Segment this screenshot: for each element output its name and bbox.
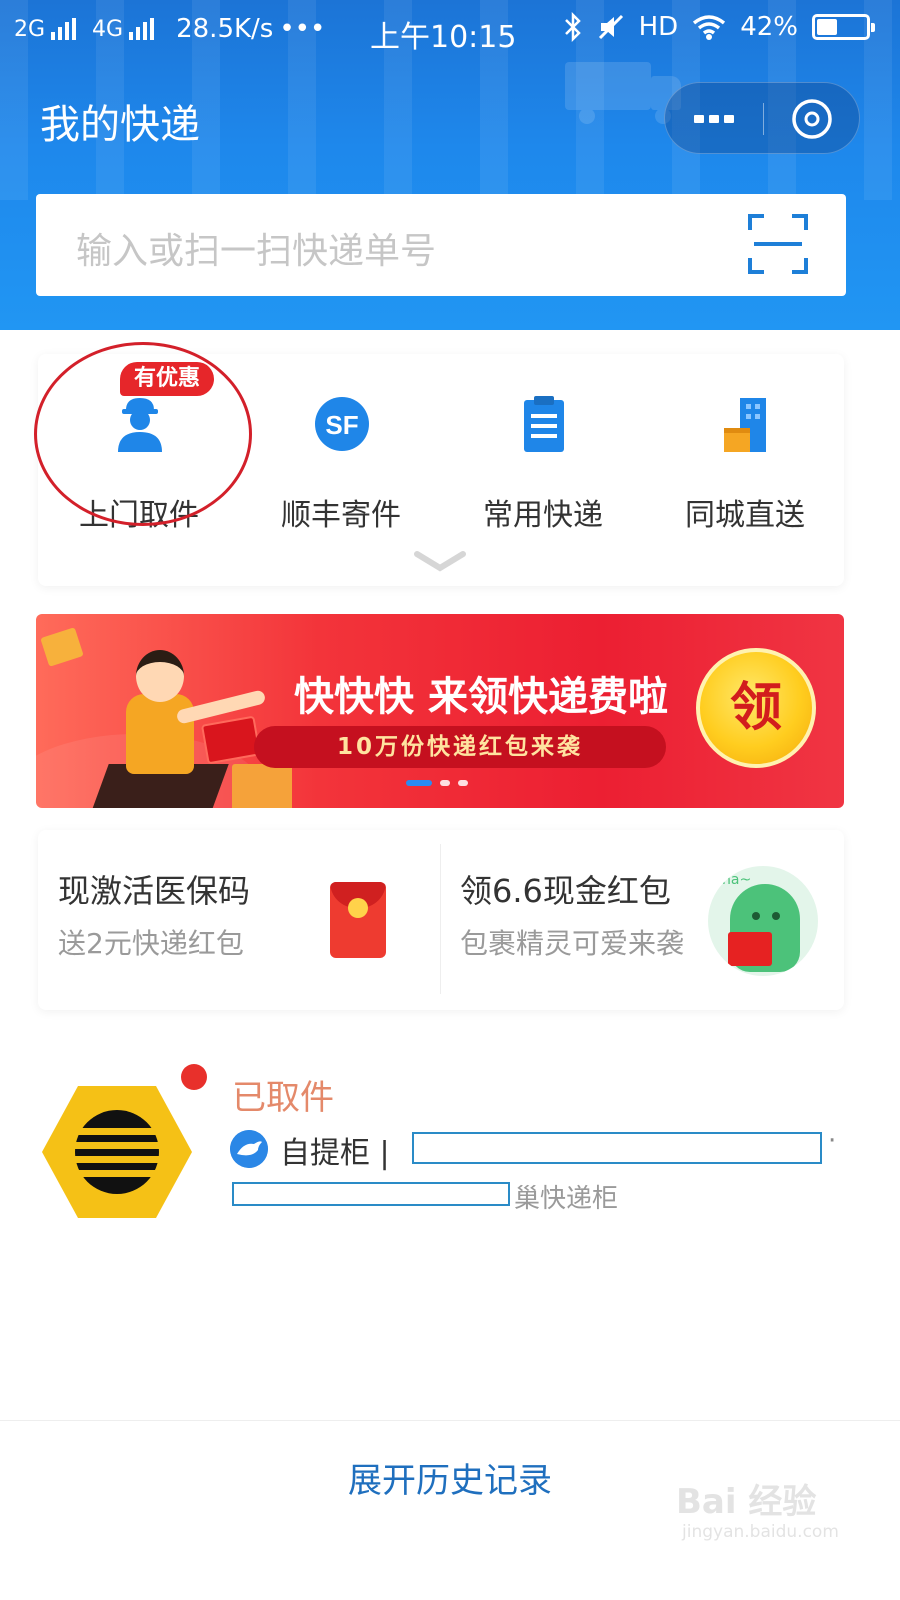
mute-icon [598, 14, 623, 40]
tracking-number-search[interactable]: 输入或扫一扫快递单号 [36, 194, 846, 296]
shortcut-sf-send[interactable]: SF 顺丰寄件 [240, 384, 442, 534]
scan-icon[interactable] [748, 214, 808, 274]
baidu-watermark: Bai 经验 jingyan.baidu.com [676, 1474, 866, 1554]
promo-subtitle: 送2元快递红包 [58, 927, 244, 960]
wifi-icon [693, 15, 726, 40]
chevron-down-icon[interactable] [413, 548, 467, 574]
hive-box-logo-icon [42, 1086, 192, 1218]
header: 2G 4G 28.5K/s ••• 上午10:15 HD 42% 我的快递 输入… [0, 0, 900, 330]
mini-program-capsule [664, 82, 860, 154]
signal-2g-icon [51, 18, 77, 40]
bluetooth-icon [564, 12, 581, 42]
clipboard-icon [524, 396, 564, 452]
promo-title: 领6.6现金红包 [460, 872, 671, 910]
mascot-icon: na~ [708, 866, 818, 976]
banner-subline: 10万份快递红包来袭 [254, 726, 666, 768]
sf-logo-icon: SF [315, 397, 369, 451]
claim-button[interactable]: 领 [696, 648, 816, 768]
page-dot [440, 780, 450, 786]
promo-cash-redpacket[interactable]: 领6.6现金红包 包裹精灵可爱来袭 na~ [440, 830, 842, 1010]
carrier-bird-icon [230, 1130, 268, 1168]
network-4g-label: 4G [92, 16, 124, 42]
red-envelope-icon [330, 882, 386, 958]
network-2g-label: 2G [14, 16, 46, 42]
status-more-dots: ••• [279, 14, 326, 44]
shortcut-same-city[interactable]: 同城直送 [644, 384, 846, 534]
page-dot [458, 780, 468, 786]
close-target-icon [792, 99, 832, 139]
status-bar: 2G 4G 28.5K/s ••• 上午10:15 HD 42% [0, 0, 900, 58]
battery-percent: 42% [740, 12, 798, 42]
page-title: 我的快递 [40, 102, 200, 148]
promo-card: 现激活医保码 送2元快递红包 领6.6现金红包 包裹精灵可爱来袭 na~ [38, 830, 844, 1010]
shortcut-label: 同城直送 [685, 498, 805, 533]
package-entry[interactable]: 已取件 自提柜 | · 巢快递柜 [0, 1050, 900, 1250]
parcel-decoration-icon [232, 764, 292, 808]
promo-title: 现激活医保码 [58, 872, 251, 910]
carrier-label: 自提柜 | [280, 1136, 390, 1171]
network-speed: 28.5K/s [176, 14, 274, 44]
watermark-main: Bai 经验 [676, 1482, 817, 1522]
parcel-decoration-icon [40, 627, 84, 667]
search-input[interactable]: 输入或扫一扫快递单号 [76, 222, 436, 274]
more-button[interactable] [665, 83, 763, 155]
close-button[interactable] [763, 83, 861, 155]
unread-dot [181, 1064, 207, 1090]
address-text: 巢快递柜 [514, 1184, 619, 1214]
svg-text:SF: SF [325, 410, 358, 440]
banner-pagination [406, 780, 468, 786]
promo-subtitle: 包裹精灵可爱来袭 [460, 927, 685, 960]
city-building-icon [724, 398, 766, 452]
watermark-url: jingyan.baidu.com [682, 1522, 839, 1542]
discount-badge: 有优惠 [120, 362, 215, 396]
promo-medical-code[interactable]: 现激活医保码 送2元快递红包 [38, 830, 440, 1010]
red-envelope-icon [200, 715, 262, 765]
battery-icon [812, 14, 875, 40]
redacted-box [232, 1182, 510, 1206]
page-dot-active [406, 780, 432, 786]
more-dots-icon [694, 115, 704, 123]
shortcut-label: 常用快递 [483, 498, 603, 533]
promo-banner[interactable]: 快快快 来领快递费啦 10万份快递红包来袭 领 [36, 614, 844, 808]
hd-label: HD [638, 12, 679, 42]
shortcut-label: 顺丰寄件 [281, 498, 401, 533]
package-status: 已取件 [232, 1078, 334, 1118]
redacted-box [412, 1132, 822, 1164]
status-time: 上午10:15 [370, 20, 517, 55]
shortcut-common-courier[interactable]: 常用快递 [442, 384, 644, 534]
signal-4g-icon [129, 18, 155, 40]
banner-headline: 快快快 来领快递费啦 [294, 674, 668, 720]
